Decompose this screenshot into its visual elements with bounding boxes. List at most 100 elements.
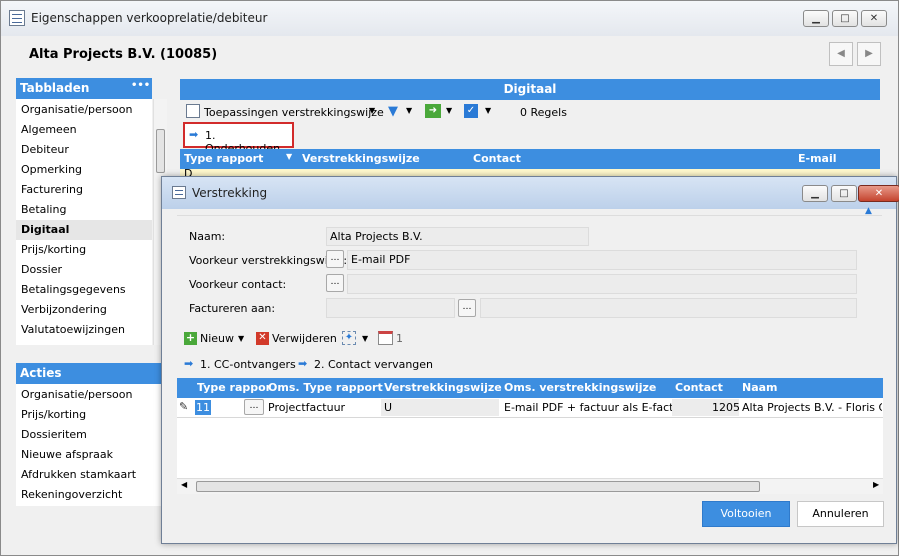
window-icon xyxy=(172,186,186,199)
chevron-down-icon[interactable]: ▼ xyxy=(362,334,368,343)
copy-icon[interactable] xyxy=(378,331,393,345)
factureren-label: Factureren aan: xyxy=(189,302,276,315)
tab-item[interactable]: Organisatie/persoon xyxy=(16,100,152,120)
action-item[interactable]: Nieuwe afspraak xyxy=(16,445,162,465)
contact-vervangen-link[interactable]: 2. Contact vervangen xyxy=(314,358,433,371)
delete-button[interactable]: Verwijderen xyxy=(272,332,337,345)
minimize-button[interactable]: ▁ xyxy=(802,185,828,202)
voorkeur-contact-field[interactable] xyxy=(347,274,857,294)
divider xyxy=(177,215,882,216)
scroll-thumb[interactable] xyxy=(156,129,165,173)
tab-item[interactable]: Algemeen xyxy=(16,120,152,140)
new-button[interactable]: Nieuw xyxy=(200,332,234,345)
col-oms-verstrekkingswijze[interactable]: Oms. verstrekkingswijze xyxy=(504,381,656,394)
cell-naam: Alta Projects B.V. - Floris Gerri xyxy=(742,401,882,414)
tab-item[interactable]: Valutatoewijzingen xyxy=(16,320,152,340)
tab-item[interactable]: Opmerking xyxy=(16,160,152,180)
action-item[interactable]: Prijs/korting xyxy=(16,405,162,425)
cell-type[interactable]: 11 xyxy=(195,400,211,415)
nav-next-button[interactable]: ▶ xyxy=(857,42,881,66)
tab-item[interactable]: Prijs/korting xyxy=(16,240,152,260)
lookup-button[interactable]: … xyxy=(244,399,264,415)
sort-icon[interactable]: ▼ xyxy=(286,152,292,161)
settings-icon[interactable]: ✦ xyxy=(342,331,356,345)
action-item[interactable]: Afdrukken stamkaart xyxy=(16,465,162,485)
tab-item[interactable]: Betalingsgegevens xyxy=(16,280,152,300)
voorkeur-contact-label: Voorkeur contact: xyxy=(189,278,287,291)
dialog-grid-row[interactable]: ✎ 11 … Projectfactuur U E-mail PDF + fac… xyxy=(177,398,883,418)
close-button[interactable]: ✕ xyxy=(858,185,899,202)
col-email[interactable]: E-mail xyxy=(798,152,837,165)
chevron-down-icon[interactable]: ▼ xyxy=(485,106,491,115)
col-contact[interactable]: Contact xyxy=(675,381,723,394)
table-icon xyxy=(186,104,200,118)
tab-item[interactable]: Facturering xyxy=(16,180,152,200)
tabs-menu-icon[interactable]: ••• xyxy=(131,80,150,91)
tabs-panel-title: Tabbladen xyxy=(20,81,90,95)
col-verstrekkingswijze[interactable]: Verstrekkingswijze xyxy=(302,152,420,165)
naam-field[interactable]: Alta Projects B.V. xyxy=(326,227,589,246)
factureren-field[interactable] xyxy=(326,298,455,318)
tab-item[interactable]: Verbijzondering xyxy=(16,300,152,320)
cell-contact[interactable]: 1205 xyxy=(712,401,740,414)
lookup-button[interactable]: … xyxy=(326,250,344,268)
apply-menu[interactable]: Toepassingen verstrekkingswijze xyxy=(204,106,384,119)
maintain-action-highlight[interactable]: ➡ 1. Onderhouden xyxy=(183,122,294,155)
scroll-right-icon[interactable]: ▶ xyxy=(873,480,879,489)
plus-icon[interactable]: + xyxy=(184,332,197,345)
horizontal-scrollbar[interactable]: ◀ ▶ xyxy=(177,478,883,494)
actions-list: Organisatie/persoon Prijs/korting Dossieri… xyxy=(16,384,162,506)
maximize-button[interactable]: □ xyxy=(831,185,857,202)
action-item[interactable]: Rekeningoverzicht xyxy=(16,485,162,505)
voorkeur-wijze-label: Voorkeur verstrekkingswijze: xyxy=(189,254,348,267)
nav-prev-button[interactable]: ◀ xyxy=(829,42,853,66)
lookup-button[interactable]: … xyxy=(458,299,476,317)
col-type-rapport[interactable]: Type rapport xyxy=(184,152,263,165)
scroll-left-icon[interactable]: ◀ xyxy=(181,480,187,489)
tab-item[interactable]: Digitaal xyxy=(16,220,152,240)
col-verstrekkingswijze[interactable]: Verstrekkingswijze xyxy=(384,381,502,394)
scroll-thumb[interactable] xyxy=(196,481,760,492)
close-button[interactable]: ✕ xyxy=(861,10,887,27)
arrow-right-icon: ➡ xyxy=(189,128,199,141)
col-oms-type-rapport[interactable]: Oms. Type rapport xyxy=(268,381,383,394)
chevron-down-icon[interactable]: ▼ xyxy=(238,334,244,343)
chevron-down-icon[interactable]: ▼ xyxy=(369,106,375,115)
tab-item[interactable]: Betaling xyxy=(16,200,152,220)
action-item[interactable]: Dossieritem xyxy=(16,425,162,445)
col-naam[interactable]: Naam xyxy=(742,381,778,394)
cell-oms-type: Projectfactuur xyxy=(268,401,346,414)
main-titlebar: Eigenschappen verkooprelatie/debiteur ▁ … xyxy=(1,1,898,36)
voltooien-button[interactable]: Voltooien xyxy=(702,501,790,527)
delete-icon[interactable]: ✕ xyxy=(256,332,269,345)
chevron-down-icon[interactable]: ▼ xyxy=(446,106,452,115)
annuleren-button[interactable]: Annuleren xyxy=(797,501,884,527)
col-type-rapport[interactable]: Type rappor xyxy=(197,381,271,394)
chevron-down-icon[interactable]: ▼ xyxy=(406,106,412,115)
minimize-button[interactable]: ▁ xyxy=(803,10,829,27)
arrow-right-icon: ➡ xyxy=(298,357,308,370)
col-contact[interactable]: Contact xyxy=(473,152,521,165)
arrow-right-icon: ➡ xyxy=(184,357,194,370)
tabs-panel-header: Tabbladen ••• xyxy=(16,78,152,99)
cell-oms-wijze: E-mail PDF + factuur als E-factuur xyxy=(504,401,692,414)
checkbox-icon[interactable]: ✓ xyxy=(464,104,478,118)
cc-ontvangers-link[interactable]: 1. CC-ontvangers xyxy=(200,358,296,371)
main-window-title: Eigenschappen verkooprelatie/debiteur xyxy=(31,11,268,25)
lookup-button[interactable]: … xyxy=(326,274,344,292)
dialog-grid-header: Type rappor Oms. Type rapport Verstrekki… xyxy=(177,378,883,398)
tab-item[interactable]: Debiteur xyxy=(16,140,152,160)
verstrekking-dialog: Verstrekking ▁ □ ✕ ▲ Naam: Alta Projects… xyxy=(161,176,899,544)
tab-item[interactable]: Dossier xyxy=(16,260,152,280)
action-item[interactable]: Organisatie/persoon xyxy=(16,385,162,405)
filter-icon[interactable]: ▼ xyxy=(388,104,398,119)
grid-empty-area xyxy=(177,418,883,478)
factureren-name-field[interactable] xyxy=(480,298,857,318)
cell-wijze[interactable]: U xyxy=(384,401,392,414)
export-icon[interactable]: ➜ xyxy=(425,104,441,118)
tab-item[interactable]: Verbijzonderingstoewijzingen xyxy=(16,340,152,345)
dialog-title: Verstrekking xyxy=(192,186,268,200)
digital-table-header: Type rapport ▼ Verstrekkingswijze Contac… xyxy=(180,149,880,169)
voorkeur-wijze-field[interactable]: E-mail PDF xyxy=(347,250,857,270)
maximize-button[interactable]: □ xyxy=(832,10,858,27)
